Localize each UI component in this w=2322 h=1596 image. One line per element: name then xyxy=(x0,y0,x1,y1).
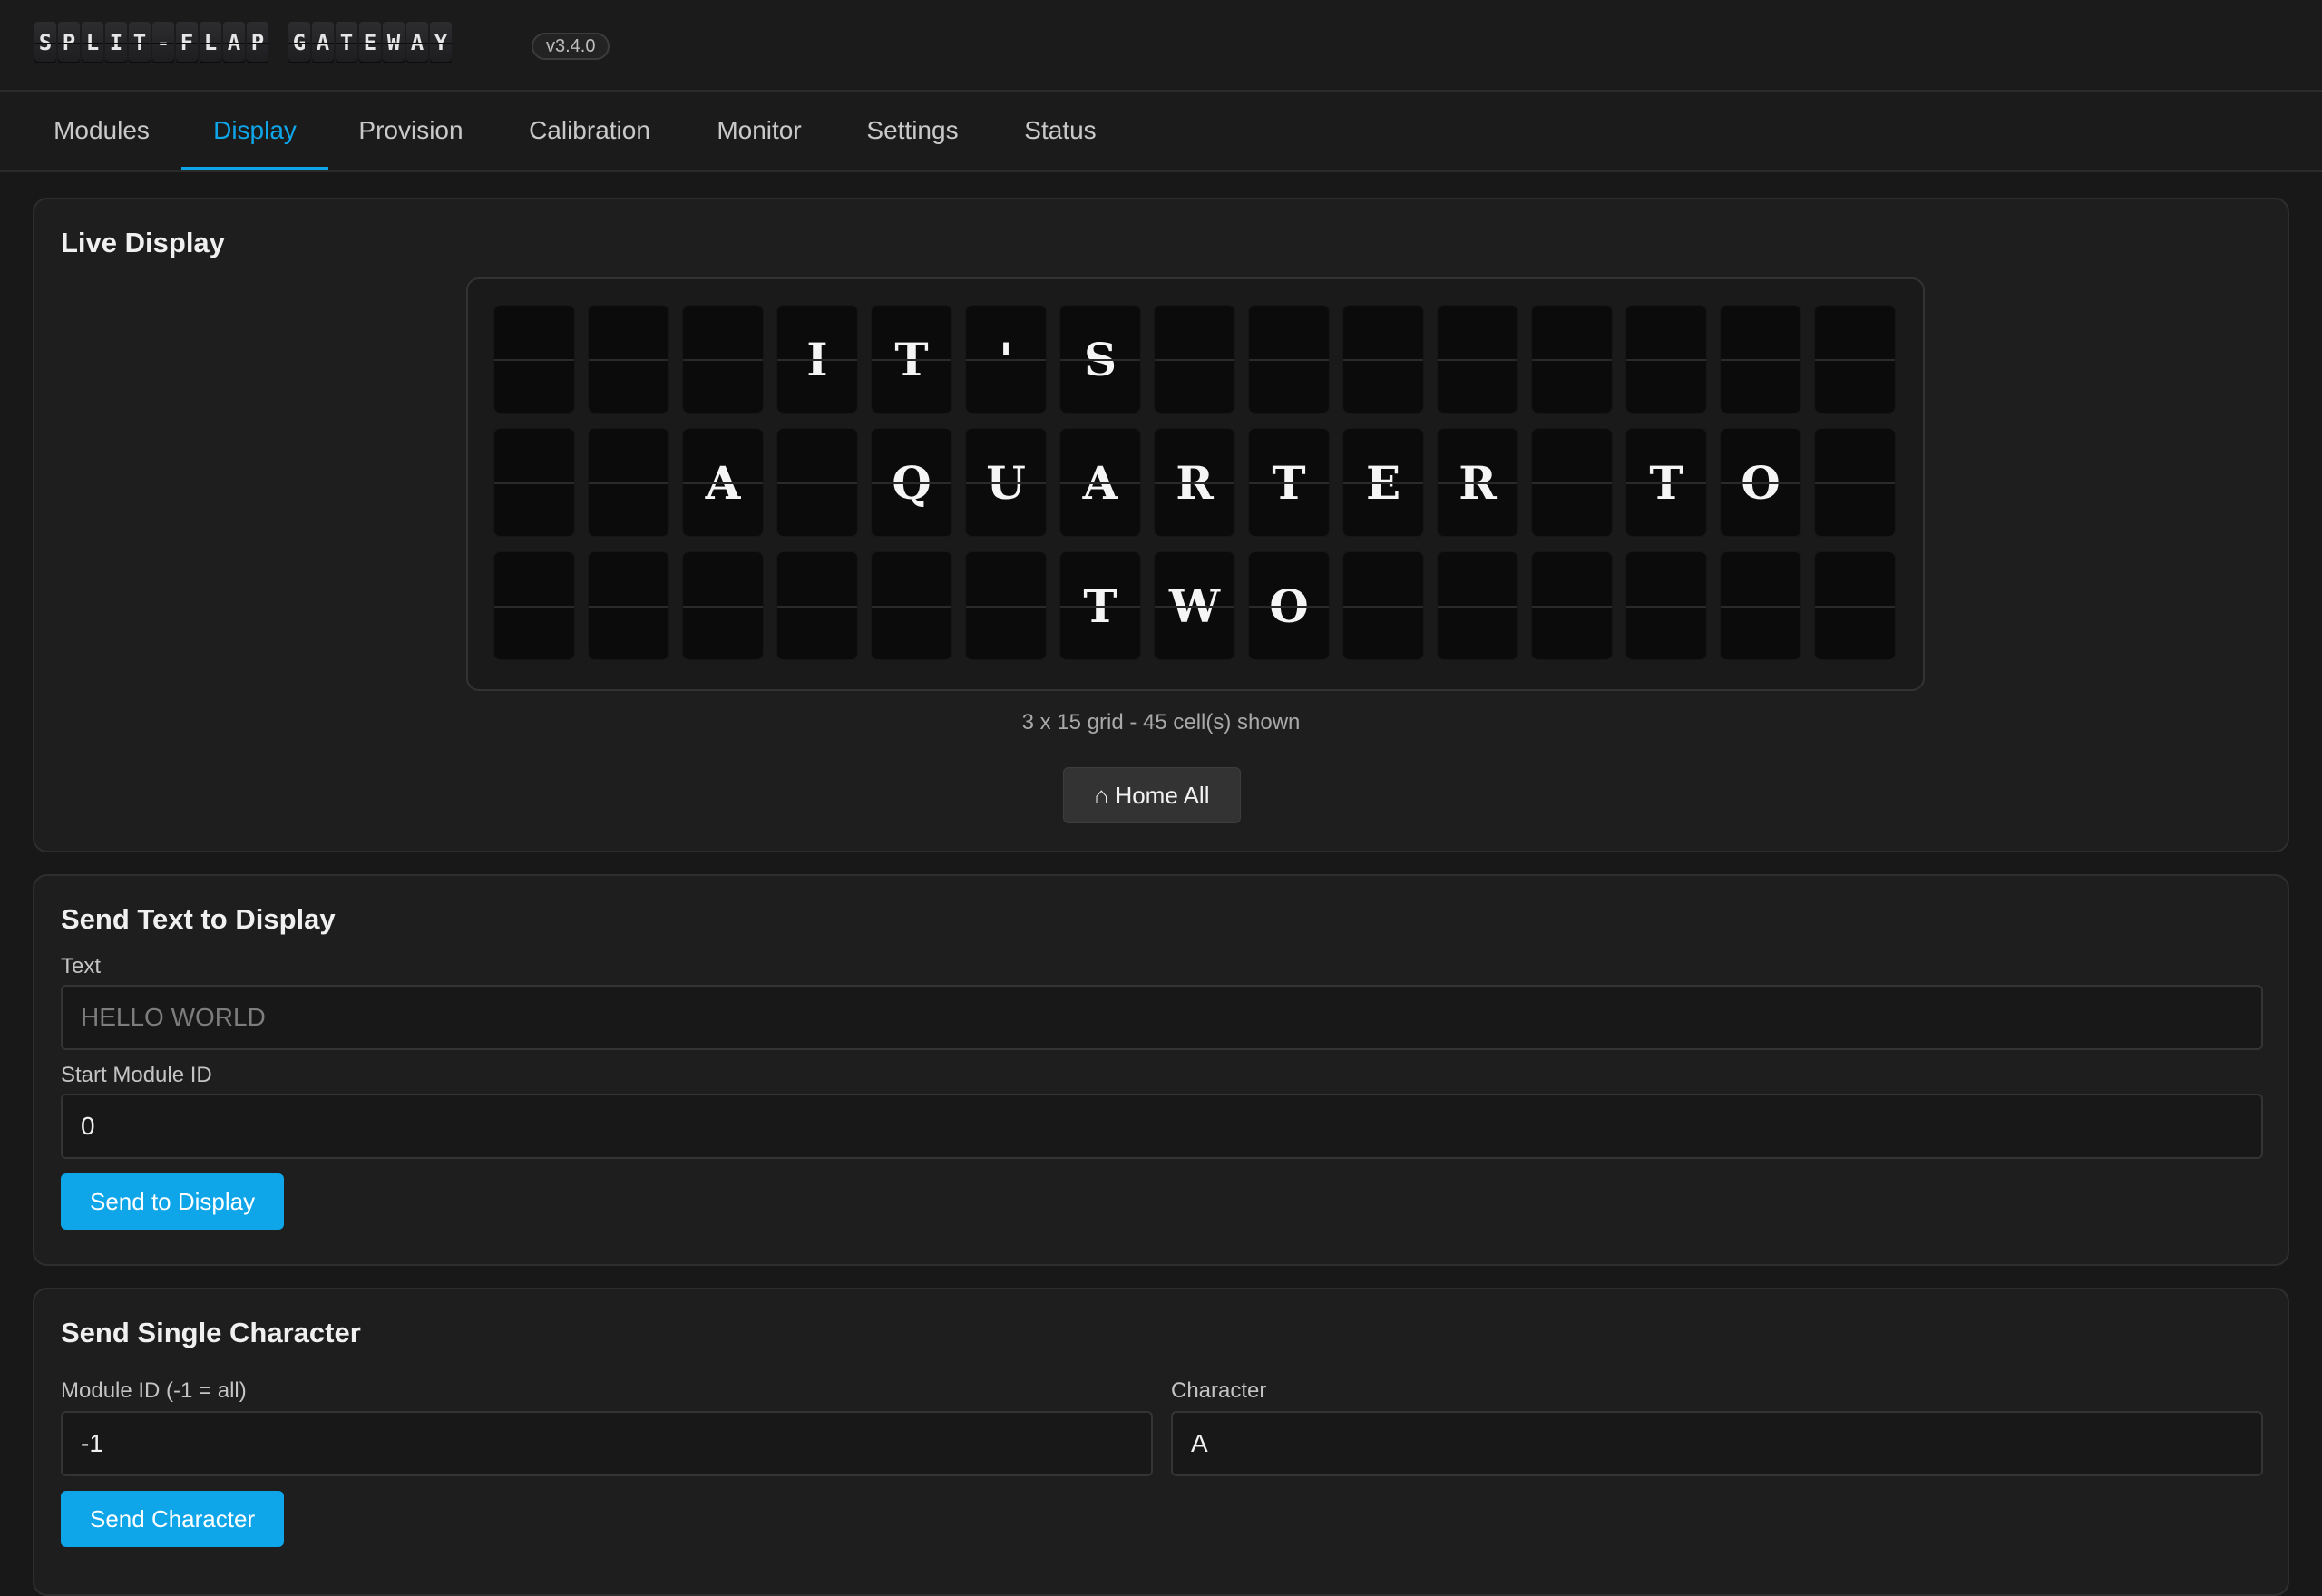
flap-cell: U xyxy=(965,428,1047,537)
flap-cell: O xyxy=(1248,551,1330,660)
tab-display[interactable]: Display xyxy=(181,92,328,170)
flap-cell xyxy=(1437,551,1518,660)
brand-tile: F xyxy=(176,22,198,63)
flap-cell: T xyxy=(871,305,952,414)
tab-bar: Modules Display Provision Calibration Mo… xyxy=(0,92,2322,172)
flap-cell: Q xyxy=(871,428,952,537)
app-header: SPLIT-FLAPGATEWAY v3.4.0 xyxy=(0,0,2322,92)
flap-cell xyxy=(871,551,952,660)
flap-cell xyxy=(682,305,764,414)
brand-tile: G xyxy=(288,22,310,63)
flap-cell xyxy=(1248,305,1330,414)
flap-cell: ' xyxy=(965,305,1047,414)
flap-cell: A xyxy=(682,428,764,537)
send-character-button[interactable]: Send Character xyxy=(61,1491,285,1547)
module-id-input[interactable]: -1 xyxy=(61,1411,1153,1476)
flap-cell: S xyxy=(1059,305,1141,414)
flap-cell: I xyxy=(776,305,858,414)
brand-word: SPLIT-FLAP xyxy=(34,22,268,63)
brand-tile: I xyxy=(105,22,127,63)
flap-cell xyxy=(1154,305,1235,414)
flap-cell xyxy=(588,305,669,414)
brand-logo: SPLIT-FLAPGATEWAY xyxy=(34,22,452,63)
flap-cell: T xyxy=(1059,551,1141,660)
flap-cell: R xyxy=(1154,428,1235,537)
send-char-panel: Send Single Character Module ID (-1 = al… xyxy=(33,1288,2289,1596)
flap-cell: E xyxy=(1342,428,1424,537)
brand-tile: T xyxy=(336,22,357,63)
text-input[interactable]: HELLO WORLD xyxy=(61,985,2263,1050)
flap-cell xyxy=(1625,551,1707,660)
start-module-label: Start Module ID xyxy=(61,1063,212,1087)
panel-title: Send Single Character xyxy=(61,1317,361,1348)
flap-cell xyxy=(1625,305,1707,414)
brand-word: GATEWAY xyxy=(288,22,452,63)
text-label: Text xyxy=(61,954,102,978)
flap-cell xyxy=(493,305,575,414)
flap-cell xyxy=(776,551,858,660)
flap-cell xyxy=(1342,305,1424,414)
flap-cell xyxy=(1531,428,1613,537)
tab-status[interactable]: Status xyxy=(992,92,1128,170)
tab-calibration[interactable]: Calibration xyxy=(493,92,686,170)
flap-cell xyxy=(1814,428,1896,537)
flap-cell: O xyxy=(1720,428,1801,537)
brand-tile: P xyxy=(247,22,268,63)
module-id-label: Module ID (-1 = all) xyxy=(61,1378,247,1403)
flap-cell xyxy=(588,551,669,660)
flap-cell xyxy=(682,551,764,660)
flap-cell xyxy=(493,551,575,660)
send-text-panel: Send Text to Display Text HELLO WORLD St… xyxy=(33,874,2289,1266)
flap-cell xyxy=(1531,305,1613,414)
flap-cell: A xyxy=(1059,428,1141,537)
brand-tile: - xyxy=(152,22,174,63)
flap-cell xyxy=(965,551,1047,660)
flap-cell: W xyxy=(1154,551,1235,660)
character-input[interactable]: A xyxy=(1171,1411,2263,1476)
flap-cell xyxy=(1531,551,1613,660)
tab-monitor[interactable]: Monitor xyxy=(686,92,833,170)
flap-cell: T xyxy=(1248,428,1330,537)
flap-grid: I T ' S A Q U A R T E R T O T W O xyxy=(493,305,1896,660)
brand-tile: S xyxy=(34,22,56,63)
flap-cell xyxy=(776,428,858,537)
version-badge: v3.4.0 xyxy=(532,33,610,60)
flap-cell xyxy=(1720,305,1801,414)
start-module-input[interactable]: 0 xyxy=(61,1094,2263,1159)
flap-cell xyxy=(1720,551,1801,660)
flap-cell xyxy=(1814,305,1896,414)
brand-tile: L xyxy=(200,22,221,63)
grid-caption: 3 x 15 grid - 45 cell(s) shown xyxy=(1021,710,1301,735)
brand-tile: A xyxy=(223,22,245,63)
tab-modules[interactable]: Modules xyxy=(22,92,181,170)
brand-tile: W xyxy=(383,22,405,63)
flap-cell: T xyxy=(1625,428,1707,537)
flap-display-frame: I T ' S A Q U A R T E R T O T W O xyxy=(466,277,1925,691)
flap-cell xyxy=(588,428,669,537)
brand-tile: A xyxy=(406,22,428,63)
brand-tile: P xyxy=(58,22,80,63)
panel-title: Send Text to Display xyxy=(61,903,336,935)
brand-tile: T xyxy=(129,22,151,63)
brand-tile: Y xyxy=(430,22,452,63)
flap-cell xyxy=(1342,551,1424,660)
flap-cell xyxy=(1814,551,1896,660)
flap-cell: R xyxy=(1437,428,1518,537)
brand-tile: E xyxy=(359,22,381,63)
send-to-display-button[interactable]: Send to Display xyxy=(61,1173,285,1230)
home-all-button[interactable]: ⌂ Home All xyxy=(1063,767,1241,823)
brand-tile: A xyxy=(312,22,334,63)
flap-cell xyxy=(1437,305,1518,414)
tab-provision[interactable]: Provision xyxy=(328,92,493,170)
tab-settings[interactable]: Settings xyxy=(833,92,992,170)
brand-tile: L xyxy=(82,22,103,63)
flap-cell xyxy=(493,428,575,537)
panel-title: Live Display xyxy=(61,227,225,258)
live-display-panel: Live Display I T ' S A Q U A R T E R T O T W O 3 x 15 gr… xyxy=(33,198,2289,852)
character-label: Character xyxy=(1171,1378,1267,1403)
